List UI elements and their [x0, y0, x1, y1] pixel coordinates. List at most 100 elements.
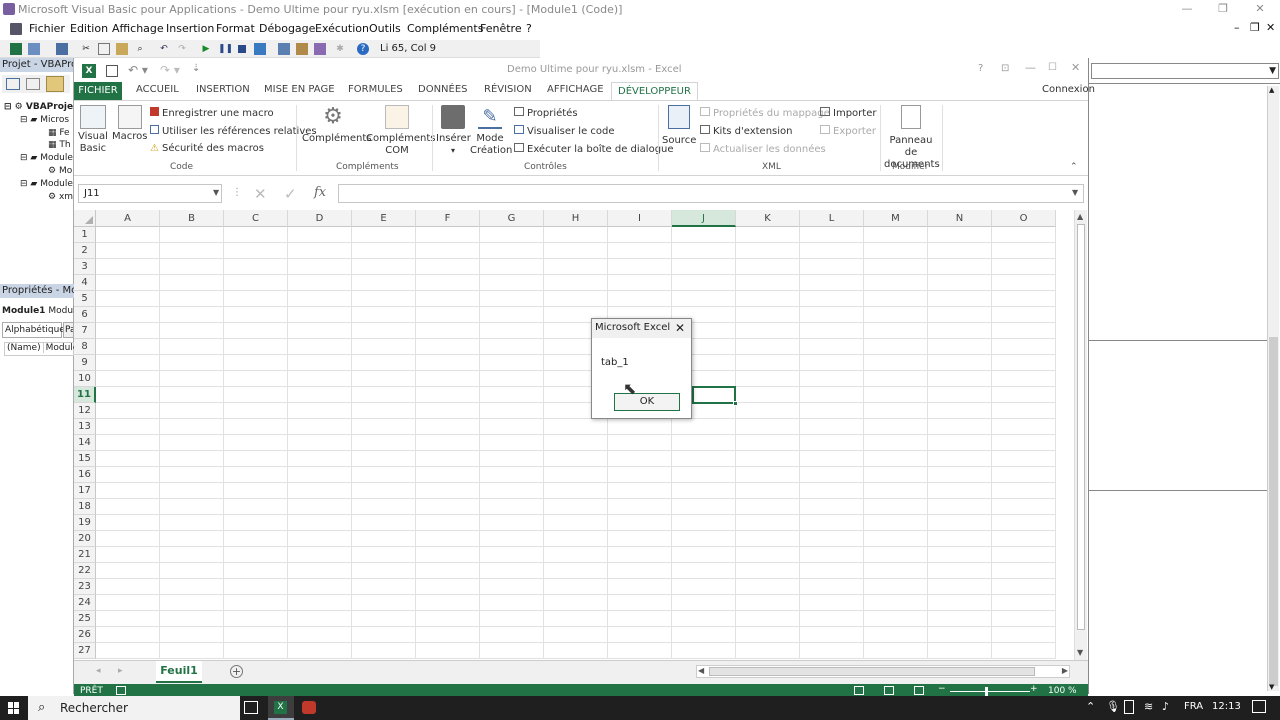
menu-fenetre[interactable]: Fenêtre — [480, 22, 522, 35]
row-header-26[interactable]: 26 — [74, 627, 96, 643]
cancel-entry-icon[interactable]: ✕ — [254, 185, 267, 203]
tree-thisworkbook[interactable]: ▦ Th — [48, 140, 71, 150]
tree-vbaproject[interactable]: ⊟ ⚙ VBAProje — [4, 102, 73, 112]
row-header-12[interactable]: 12 — [74, 403, 96, 419]
view-code-icon[interactable] — [6, 78, 20, 90]
row-header-8[interactable]: 8 — [74, 339, 96, 355]
excel-help-icon[interactable]: ? — [978, 63, 983, 74]
design-mode-button[interactable]: ✎ Mode Création — [470, 105, 512, 157]
column-header-a[interactable]: A — [96, 210, 160, 227]
vba-restore-doc-button[interactable]: – — [1234, 21, 1240, 34]
next-sheet-icon[interactable]: ▸ — [118, 666, 123, 676]
view-code-button[interactable]: Visualiser le code — [514, 125, 615, 137]
reset-icon[interactable] — [238, 45, 246, 53]
row-header-4[interactable]: 4 — [74, 275, 96, 291]
row-header-27[interactable]: 27 — [74, 643, 96, 659]
properties-window-icon[interactable] — [296, 43, 308, 55]
row-header-18[interactable]: 18 — [74, 499, 96, 515]
expansion-packs-button[interactable]: Kits d'extension — [700, 125, 793, 137]
code-vertical-scrollbar[interactable]: ▲ ▼ — [1267, 86, 1279, 691]
row-header-23[interactable]: 23 — [74, 579, 96, 595]
normal-view-icon[interactable] — [854, 686, 864, 695]
column-header-c[interactable]: C — [224, 210, 288, 227]
row-header-15[interactable]: 15 — [74, 451, 96, 467]
xml-source-button[interactable]: Source — [662, 105, 696, 147]
insert-control-button[interactable]: Insérer ▾ — [436, 105, 471, 157]
expand-formula-icon[interactable]: ▼ — [1072, 188, 1078, 197]
tray-chevron-icon[interactable]: ⌃ — [1086, 700, 1095, 713]
procedure-dropdown[interactable]: ▼ — [1091, 63, 1279, 79]
row-header-1[interactable]: 1 — [74, 227, 96, 243]
com-addins-button[interactable]: Compléments COM — [366, 105, 435, 157]
row-header-22[interactable]: 22 — [74, 563, 96, 579]
column-header-k[interactable]: K — [736, 210, 800, 227]
tab-formules[interactable]: FORMULES — [348, 84, 403, 95]
volume-icon[interactable]: ♪ — [1162, 700, 1169, 713]
view-object-icon[interactable] — [26, 78, 40, 90]
taskbar-search-box[interactable]: ⌕ Rechercher — [28, 696, 240, 720]
scroll-right-icon[interactable]: ▶ — [1062, 666, 1068, 675]
horizontal-scroll-thumb[interactable] — [709, 667, 1035, 676]
tree-microsoft-objects[interactable]: ⊟ ▰ Micros — [20, 115, 69, 125]
paste-icon[interactable] — [116, 43, 128, 55]
column-header-f[interactable]: F — [416, 210, 480, 227]
row-header-11[interactable]: 11 — [74, 387, 96, 403]
vertical-scroll-thumb[interactable] — [1077, 224, 1085, 630]
scroll-down-icon[interactable]: ▼ — [1077, 648, 1083, 657]
properties-button[interactable]: Propriétés — [514, 107, 578, 119]
excel-minimize-button[interactable]: — — [1025, 61, 1036, 74]
fill-handle[interactable] — [733, 401, 738, 406]
pause-icon[interactable]: ❚❚ — [218, 43, 233, 55]
row-header-24[interactable]: 24 — [74, 595, 96, 611]
tab-mise-en-page[interactable]: MISE EN PAGE — [264, 84, 335, 95]
menu-insertion[interactable]: Insertion — [166, 22, 214, 35]
page-layout-view-icon[interactable] — [884, 686, 894, 695]
notifications-icon[interactable] — [1252, 700, 1266, 713]
vba-close-doc-button[interactable]: ✕ — [1266, 21, 1275, 34]
column-header-n[interactable]: N — [928, 210, 992, 227]
design-mode-icon[interactable] — [254, 43, 266, 55]
dialog-close-button[interactable]: ✕ — [675, 321, 685, 335]
row-header-16[interactable]: 16 — [74, 467, 96, 483]
row-header-13[interactable]: 13 — [74, 419, 96, 435]
vba-close-button[interactable]: ✕ — [1245, 0, 1275, 18]
help-icon[interactable]: ? — [357, 43, 369, 55]
record-macro-button[interactable]: Enregistrer une macro — [150, 107, 274, 119]
tab-insertion[interactable]: INSERTION — [196, 84, 250, 95]
menu-fichier[interactable]: Fichier — [29, 22, 65, 35]
tab-alphabetique[interactable]: Alphabétique — [2, 322, 65, 338]
windows-start-icon[interactable] — [8, 702, 20, 714]
visual-basic-button[interactable]: Visual Basic — [78, 105, 108, 155]
row-header-7[interactable]: 7 — [74, 323, 96, 339]
network-icon[interactable] — [1124, 700, 1134, 714]
tree-xml-module[interactable]: ⚙ xm — [48, 192, 73, 202]
relative-refs-button[interactable]: Utiliser les références relatives — [150, 125, 317, 137]
confirm-entry-icon[interactable]: ✓ — [284, 185, 297, 203]
row-header-25[interactable]: 25 — [74, 611, 96, 627]
find-icon[interactable]: ⌕ — [134, 43, 146, 55]
tab-fichier[interactable]: FICHIER — [74, 82, 122, 100]
row-header-19[interactable]: 19 — [74, 515, 96, 531]
column-header-e[interactable]: E — [352, 210, 416, 227]
quick-redo-icon[interactable]: ↷ ▾ — [160, 63, 180, 77]
menu-complements[interactable]: Compléments — [407, 22, 483, 35]
quick-undo-icon[interactable]: ↶ ▾ — [128, 63, 148, 77]
zoom-slider-track[interactable] — [950, 691, 1030, 692]
tab-donnees[interactable]: DONNÉES — [418, 84, 468, 95]
menu-help[interactable]: ? — [526, 22, 532, 35]
run-dialog-button[interactable]: Exécuter la boîte de dialogue — [514, 143, 674, 155]
ribbon-display-icon[interactable]: ⊡ — [1001, 63, 1009, 74]
page-break-view-icon[interactable] — [914, 686, 924, 695]
macro-security-button[interactable]: ⚠ Sécurité des macros — [150, 143, 264, 154]
property-row-name[interactable]: (Name) Module1 — [4, 342, 85, 356]
row-header-14[interactable]: 14 — [74, 435, 96, 451]
column-header-i[interactable]: I — [608, 210, 672, 227]
redo-icon[interactable]: ↷ — [176, 43, 188, 55]
row-header-3[interactable]: 3 — [74, 259, 96, 275]
row-header-2[interactable]: 2 — [74, 243, 96, 259]
save-icon[interactable] — [56, 43, 68, 55]
zoom-out-icon[interactable]: − — [938, 684, 946, 694]
menu-format[interactable]: Format — [216, 22, 255, 35]
row-header-6[interactable]: 6 — [74, 307, 96, 323]
tab-developpeur[interactable]: DÉVELOPPEUR — [611, 82, 698, 100]
